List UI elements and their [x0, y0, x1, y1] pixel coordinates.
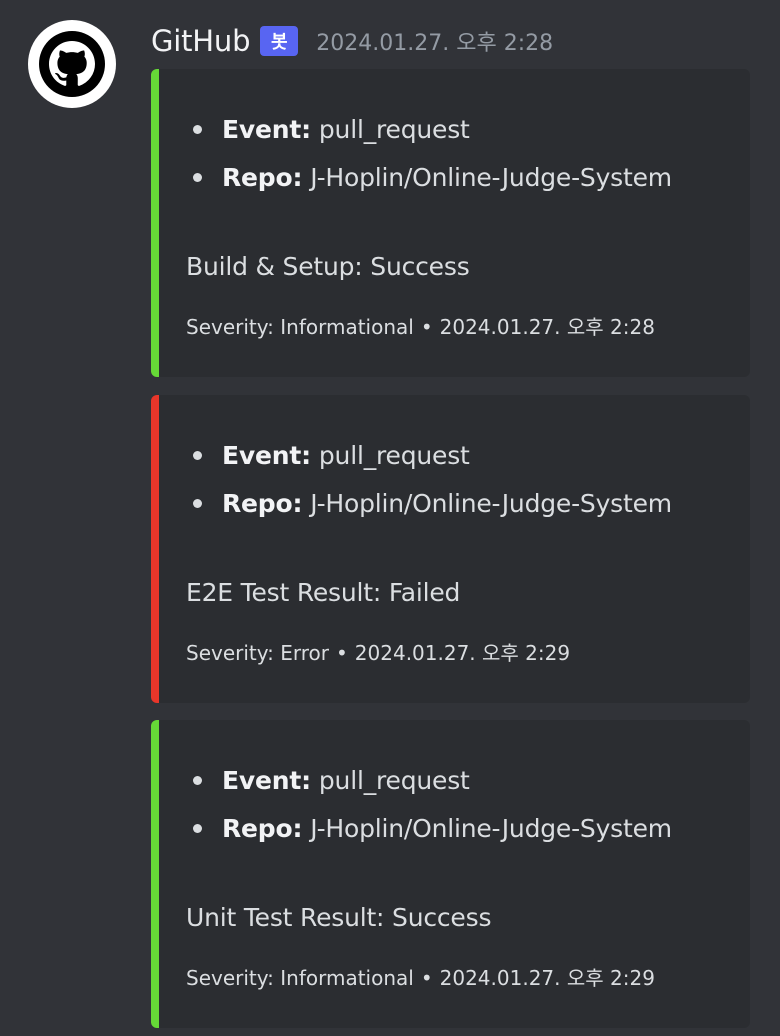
repo-value: J-Hoplin/Online-Judge-System — [310, 163, 672, 192]
embed-body: Event: pull_request Repo: J-Hoplin/Onlin… — [186, 720, 744, 1028]
severity: Severity: Informational — [186, 315, 414, 339]
footer-timestamp: 2024.01.27. 오후 2:29 — [354, 641, 571, 665]
event-value: pull_request — [318, 766, 470, 795]
footer-separator: • — [420, 315, 433, 339]
footer-timestamp: 2024.01.27. 오후 2:29 — [439, 966, 655, 990]
avatar[interactable] — [28, 20, 116, 108]
repo-field: Repo: J-Hoplin/Online-Judge-System — [193, 814, 672, 843]
message: GitHub 봇 2024.01.27. 오후 2:28 Event: pull… — [0, 0, 780, 1036]
event-label: Event: — [222, 115, 311, 144]
bullet — [193, 499, 202, 508]
author-name[interactable]: GitHub — [151, 24, 250, 58]
embed-footer: Severity: Error • 2024.01.27. 오후 2:29 — [186, 637, 570, 666]
footer-separator: • — [420, 966, 433, 990]
event-value: pull_request — [318, 115, 470, 144]
embed-footer: Severity: Informational • 2024.01.27. 오후 2… — [186, 311, 655, 340]
embed-footer: Severity: Informational • 2024.01.27. 오후 2… — [186, 962, 655, 991]
repo-field: Repo: J-Hoplin/Online-Judge-System — [193, 163, 672, 192]
embed-status-bar — [151, 395, 159, 703]
message-header: GitHub 봇 2024.01.27. 오후 2:28 — [151, 18, 553, 64]
event-field: Event: pull_request — [193, 766, 470, 795]
repo-field: Repo: J-Hoplin/Online-Judge-System — [193, 489, 672, 518]
embed: Event: pull_request Repo: J-Hoplin/Onlin… — [151, 395, 750, 703]
severity: Severity: Error — [186, 641, 329, 665]
embed-status-bar — [151, 720, 159, 1028]
bullet — [193, 776, 202, 785]
repo-value: J-Hoplin/Online-Judge-System — [310, 814, 672, 843]
embed-result: Unit Test Result: Success — [186, 903, 492, 932]
embed: Event: pull_request Repo: J-Hoplin/Onlin… — [151, 720, 750, 1028]
embed-body: Event: pull_request Repo: J-Hoplin/Onlin… — [186, 395, 744, 703]
event-label: Event: — [222, 766, 311, 795]
event-field: Event: pull_request — [193, 441, 470, 470]
bot-tag: 봇 — [260, 26, 299, 56]
footer-separator: • — [336, 641, 348, 665]
repo-value: J-Hoplin/Online-Judge-System — [310, 489, 672, 518]
embed-body: Event: pull_request Repo: J-Hoplin/Onlin… — [186, 69, 744, 377]
embed-result: Build & Setup: Success — [186, 252, 470, 281]
footer-timestamp: 2024.01.27. 오후 2:28 — [439, 315, 655, 339]
embed-status-bar — [151, 69, 159, 377]
event-field: Event: pull_request — [193, 115, 470, 144]
severity: Severity: Informational — [186, 966, 414, 990]
repo-label: Repo: — [222, 163, 303, 192]
repo-label: Repo: — [222, 489, 303, 518]
repo-label: Repo: — [222, 814, 303, 843]
github-logo-icon — [39, 31, 105, 97]
bullet — [193, 824, 202, 833]
bullet — [193, 451, 202, 460]
bullet — [193, 125, 202, 134]
event-value: pull_request — [318, 441, 470, 470]
embed-result: E2E Test Result: Failed — [186, 578, 461, 607]
message-timestamp[interactable]: 2024.01.27. 오후 2:28 — [316, 25, 553, 57]
embed: Event: pull_request Repo: J-Hoplin/Onlin… — [151, 69, 750, 377]
bullet — [193, 173, 202, 182]
event-label: Event: — [222, 441, 311, 470]
